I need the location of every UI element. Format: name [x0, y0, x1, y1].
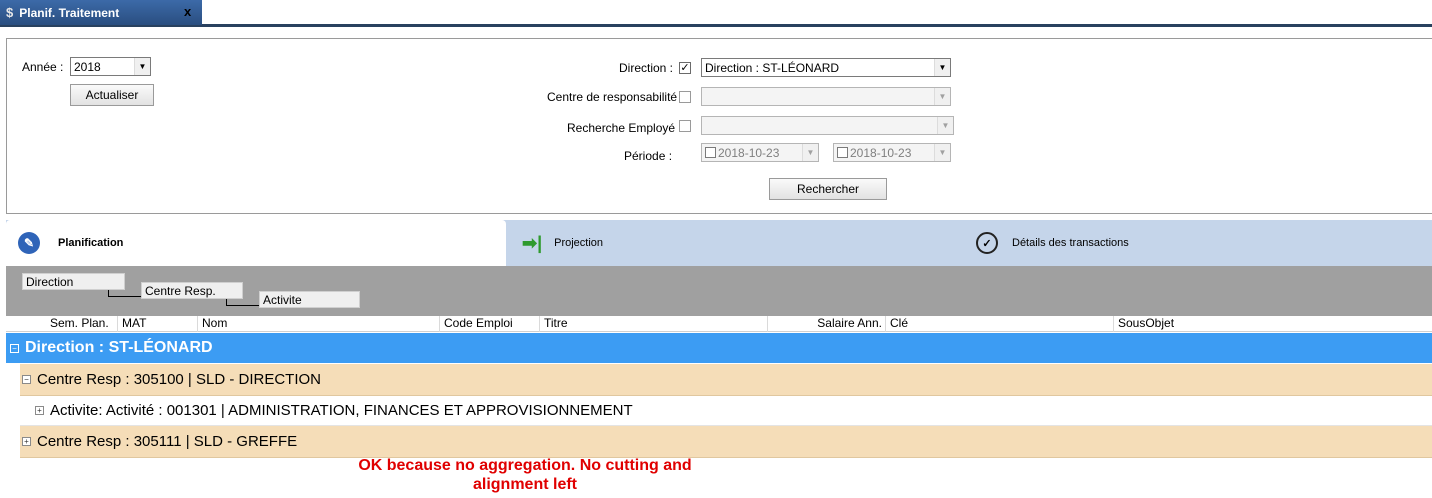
grid-column-headers: Sem. Plan. MAT Nom Code Emploi Titre Sal… — [6, 316, 1432, 332]
direction-select[interactable]: Direction : ST-LÉONARD ▼ — [701, 58, 951, 77]
col-cle[interactable]: Clé — [886, 316, 1114, 332]
col-nom[interactable]: Nom — [198, 316, 440, 332]
employe-label: Recherche Employé : — [567, 121, 682, 135]
tab-planification-label: Planification — [58, 237, 124, 249]
group-row-activite[interactable]: + Activite: Activité : 001301 | ADMINIST… — [20, 396, 1432, 426]
col-salaire-ann[interactable]: Salaire Ann. — [768, 316, 886, 332]
periode-label: Période : — [624, 149, 673, 163]
tab-details-transactions[interactable]: ✓ Détails des transactions — [976, 220, 1129, 266]
periode-from-checkbox[interactable] — [705, 147, 716, 158]
periode-to-picker[interactable]: 2018-10-23 ▼ — [833, 143, 951, 162]
group-chip-activite[interactable]: Activite — [259, 291, 360, 308]
actualiser-button[interactable]: Actualiser — [70, 84, 154, 106]
direction-label: Direction : — [619, 61, 674, 75]
group-row-centre[interactable]: + Centre Resp : 305111 | SLD - GREFFE — [20, 426, 1432, 458]
employe-select[interactable]: ▼ — [701, 116, 954, 135]
employe-checkbox[interactable] — [679, 120, 691, 132]
chevron-down-icon: ▼ — [934, 59, 950, 76]
filter-panel: Année : 2018 ▼ Actualiser Direction : ✓ … — [6, 38, 1432, 214]
direction-value: Direction : ST-LÉONARD — [705, 61, 840, 75]
collapse-icon[interactable]: − — [22, 375, 31, 384]
direction-checkbox[interactable]: ✓ — [679, 62, 691, 74]
annee-label: Année : — [22, 60, 64, 74]
centre-select[interactable]: ▼ — [701, 87, 951, 106]
chevron-down-icon: ▼ — [934, 88, 950, 105]
group-chip-direction[interactable]: Direction — [22, 273, 125, 290]
chevron-down-icon: ▼ — [802, 144, 818, 161]
centre-row-label: Centre Resp : 305111 | SLD - GREFFE — [37, 433, 298, 450]
centre-row-label: Centre Resp : 305100 | SLD - DIRECTION — [37, 371, 322, 388]
close-icon[interactable]: x — [184, 4, 191, 19]
tab-projection-label: Projection — [554, 237, 604, 249]
group-chip-centre[interactable]: Centre Resp. — [141, 282, 243, 299]
collapse-icon[interactable]: − — [10, 343, 19, 353]
annotation-note: OK because no aggregation. No cutting an… — [330, 456, 720, 494]
col-sem-plan[interactable]: Sem. Plan. — [46, 316, 118, 332]
activite-row-label: Activite: Activité : 001301 | ADMINISTRA… — [50, 402, 633, 419]
col-code-emploi[interactable]: Code Emploi — [440, 316, 540, 332]
expand-icon[interactable]: + — [35, 406, 44, 415]
rechercher-button[interactable]: Rechercher — [769, 178, 887, 200]
group-row-direction[interactable]: − Direction : ST-LÉONARD — [6, 333, 1432, 363]
group-row-centre[interactable]: − Centre Resp : 305100 | SLD - DIRECTION — [20, 364, 1432, 396]
periode-to-value: 2018-10-23 — [850, 146, 912, 160]
direction-row-label: Direction : ST-LÉONARD — [25, 339, 213, 356]
periode-to-checkbox[interactable] — [837, 147, 848, 158]
chevron-down-icon: ▼ — [134, 58, 150, 75]
periode-from-value: 2018-10-23 — [718, 146, 780, 160]
clock-check-icon: ✓ — [976, 232, 998, 254]
chevron-down-icon: ▼ — [937, 117, 953, 134]
group-by-area: Direction Centre Resp. Activite — [6, 266, 1432, 316]
periode-from-picker[interactable]: 2018-10-23 ▼ — [701, 143, 819, 162]
tab-planif-traitement[interactable]: $ Planif. Traitement x — [0, 0, 202, 25]
annee-select[interactable]: 2018 ▼ — [70, 57, 151, 76]
note-line-2: alignment left — [472, 476, 577, 493]
centre-checkbox[interactable] — [679, 91, 691, 103]
annee-value: 2018 — [74, 60, 101, 74]
tab-projection[interactable]: ➡| Projection — [522, 220, 603, 266]
tab-title: Planif. Traitement — [19, 5, 120, 20]
group-connector — [226, 299, 260, 306]
centre-label: Centre de responsabilité : — [547, 90, 684, 104]
note-line-1: OK because no aggregation. No cutting an… — [358, 457, 692, 474]
dollar-icon: $ — [6, 5, 14, 20]
col-titre[interactable]: Titre — [540, 316, 768, 332]
chevron-down-icon: ▼ — [934, 144, 950, 161]
expand-icon[interactable]: + — [22, 437, 31, 446]
module-tabs: ✎ Planification ➡| Projection ✓ Détails … — [6, 220, 1432, 266]
document-tab-strip: $ Planif. Traitement x — [0, 0, 1432, 27]
col-sousobjet[interactable]: SousObjet — [1114, 316, 1432, 332]
group-connector — [108, 290, 142, 297]
col-mat[interactable]: MAT — [118, 316, 198, 332]
pen-circle-icon: ✎ — [18, 232, 40, 254]
tab-planification[interactable]: ✎ Planification — [6, 220, 506, 266]
arrow-right-icon: ➡| — [522, 232, 543, 253]
tab-details-label: Détails des transactions — [1012, 237, 1129, 249]
